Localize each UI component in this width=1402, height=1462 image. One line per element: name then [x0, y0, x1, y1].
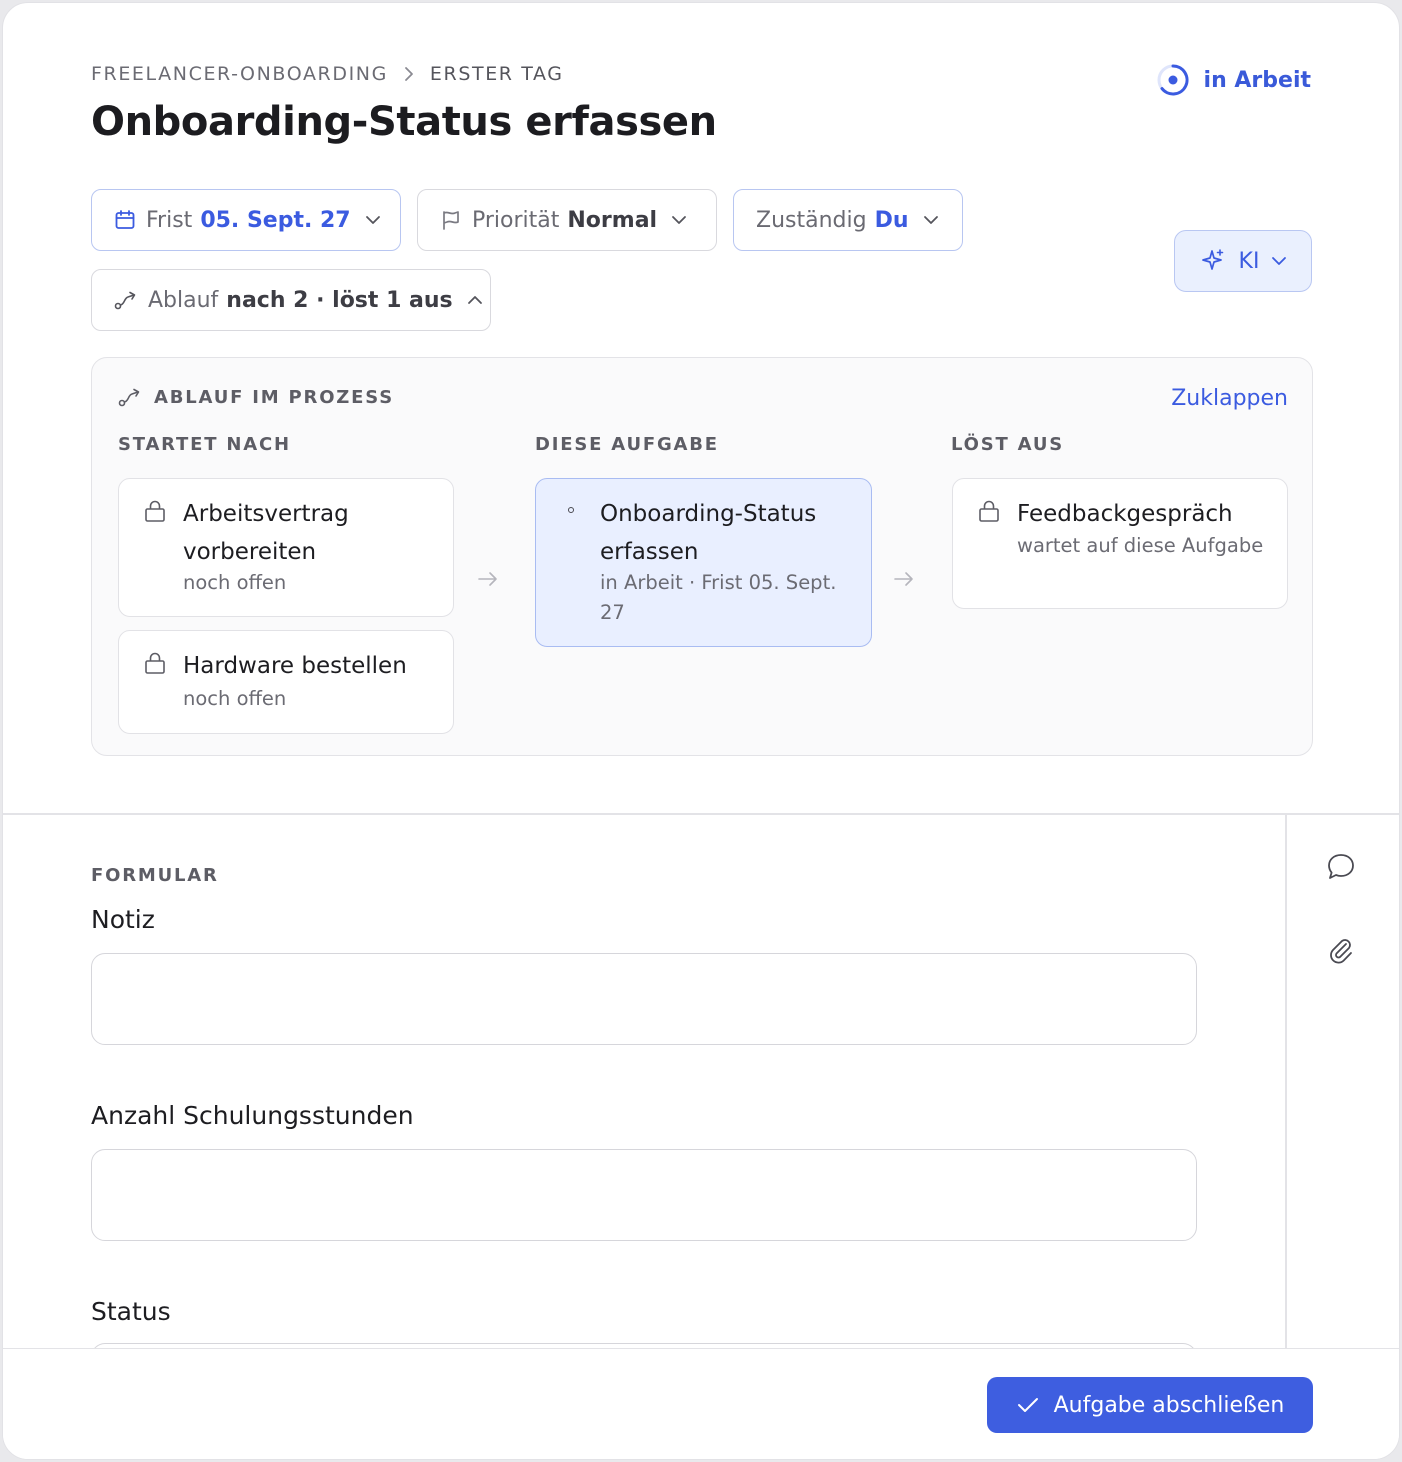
page-title: Onboarding-Status erfassen — [91, 99, 717, 145]
task-detail-card: FREELANCER-ONBOARDING ERSTER TAG Onboard… — [2, 2, 1400, 1460]
complete-task-button[interactable]: Aufgabe abschließen — [987, 1377, 1313, 1433]
flow-icon — [114, 289, 138, 311]
field-label-status: Status — [91, 1297, 171, 1326]
process-heading-label: ABLAUF IM PROZESS — [154, 386, 394, 408]
chevron-down-icon — [365, 215, 381, 225]
complete-task-label: Aufgabe abschließen — [1053, 1392, 1285, 1418]
node-status: in Arbeit · Frist 05. Sept. 27 — [600, 571, 837, 624]
node-status: noch offen — [183, 571, 287, 594]
breadcrumb: FREELANCER-ONBOARDING ERSTER TAG — [91, 63, 564, 85]
chevron-down-icon — [1271, 256, 1287, 266]
field-label-note: Notiz — [91, 905, 155, 934]
current-dot-icon — [568, 507, 574, 513]
flow-value: nach 2 · löst 1 aus — [226, 287, 453, 313]
comment-icon[interactable] — [1325, 851, 1357, 883]
node-title: Feedbackgespräch — [1017, 501, 1233, 527]
node-status: noch offen — [183, 687, 287, 710]
predecessor-task[interactable]: Arbeitsvertrag vorbereiten noch offen — [118, 478, 454, 617]
node-status: wartet auf diese Aufgabe — [1017, 534, 1264, 557]
node-title: Onboarding-Status erfassen — [600, 501, 817, 565]
breadcrumb-parent[interactable]: FREELANCER-ONBOARDING — [91, 63, 388, 85]
priority-value: Normal — [567, 207, 658, 233]
sparkle-icon — [1199, 247, 1227, 275]
field-label-training-hours: Anzahl Schulungsstunden — [91, 1101, 414, 1130]
form-section-label: FORMULAR — [91, 865, 219, 886]
flow-icon — [118, 386, 142, 408]
assignee-chip[interactable]: Zuständig Du — [733, 189, 963, 251]
deadline-chip[interactable]: Frist 05. Sept. 27 — [91, 189, 401, 251]
arrow-right-icon — [893, 571, 915, 587]
current-task-node: Onboarding-Status erfassen in Arbeit · F… — [535, 478, 872, 647]
arrow-right-icon — [477, 571, 499, 587]
status-label: in Arbeit — [1203, 67, 1311, 93]
deadline-value: 05. Sept. 27 — [200, 207, 351, 233]
flow-chip[interactable]: Ablauf nach 2 · löst 1 aus — [91, 269, 491, 331]
assignee-value: Du — [874, 207, 909, 233]
node-title: Hardware bestellen — [183, 653, 407, 679]
node-title: Arbeitsvertrag vorbereiten — [183, 501, 349, 565]
process-panel: ABLAUF IM PROZESS Zuklappen STARTET NACH… — [91, 357, 1313, 756]
lock-icon — [143, 499, 167, 523]
training-hours-input[interactable] — [91, 1149, 1197, 1241]
section-divider — [3, 813, 1399, 815]
calendar-icon — [114, 209, 136, 231]
successor-task[interactable]: Feedbackgespräch wartet auf diese Aufgab… — [952, 478, 1288, 609]
predecessor-task[interactable]: Hardware bestellen noch offen — [118, 630, 454, 734]
ai-button[interactable]: KI — [1174, 230, 1312, 292]
status-indicator[interactable]: in Arbeit — [1156, 63, 1311, 97]
column-label-before: STARTET NACH — [118, 434, 291, 455]
process-heading: ABLAUF IM PROZESS — [118, 386, 394, 408]
in-progress-icon — [1156, 63, 1190, 97]
paperclip-icon[interactable] — [1325, 935, 1357, 967]
chevron-right-icon — [404, 66, 414, 82]
breadcrumb-current[interactable]: ERSTER TAG — [430, 63, 564, 85]
sidebar-divider — [1285, 814, 1287, 1348]
lock-icon — [143, 651, 167, 675]
priority-chip[interactable]: Priorität Normal — [417, 189, 717, 251]
check-icon — [1016, 1395, 1040, 1415]
flag-icon — [440, 209, 462, 231]
chevron-down-icon — [923, 215, 939, 225]
note-input[interactable] — [91, 953, 1197, 1045]
collapse-link[interactable]: Zuklappen — [1171, 386, 1288, 411]
flow-label: Ablauf — [148, 287, 219, 313]
assignee-label: Zuständig — [756, 207, 867, 233]
priority-label: Priorität — [472, 207, 560, 233]
chevron-up-icon — [467, 295, 483, 305]
lock-icon — [977, 499, 1001, 523]
column-label-after: LÖST AUS — [951, 434, 1064, 455]
deadline-label: Frist — [146, 207, 193, 233]
column-label-this: DIESE AUFGABE — [535, 434, 719, 455]
ai-label: KI — [1238, 248, 1260, 274]
chevron-down-icon — [671, 215, 687, 225]
